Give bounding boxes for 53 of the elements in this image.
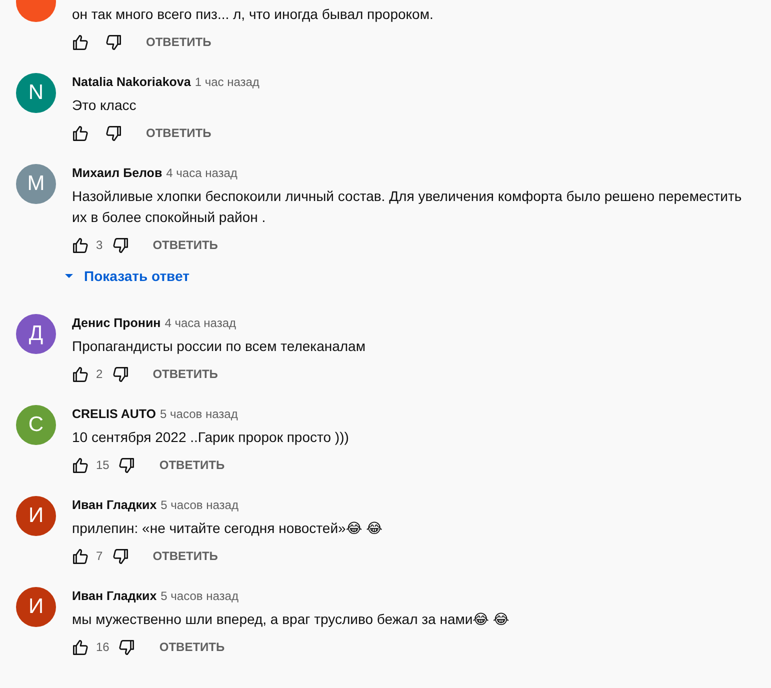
avatar: Д (16, 314, 56, 354)
comment-text: Это класс (72, 96, 138, 115)
like-count: 16 (96, 640, 110, 654)
thumbs-up-icon[interactable] (72, 236, 89, 254)
avatar: И (16, 496, 56, 536)
avatar: C (16, 405, 56, 445)
like-count: 2 (96, 367, 103, 381)
like-count: 7 (96, 549, 103, 563)
like-count: 3 (96, 238, 103, 252)
thumbs-up-icon[interactable] (72, 34, 89, 50)
timestamp[interactable]: 5 часов назад (160, 407, 238, 421)
author-name[interactable]: Денис Пронин (72, 316, 161, 330)
thumbs-up-icon[interactable] (72, 638, 89, 656)
timestamp[interactable]: 1 час назад (194, 75, 260, 89)
thumbs-down-icon[interactable] (112, 548, 129, 564)
comment-text: 10 сентября 2022 ..Гарик пророк просто ))) (72, 428, 350, 447)
like-count: 15 (96, 458, 110, 472)
thumbs-up-icon[interactable] (72, 456, 89, 474)
thumbs-down-icon[interactable] (112, 236, 129, 254)
thumbs-up-icon[interactable] (72, 124, 89, 142)
timestamp[interactable]: 4 часа назад (166, 166, 238, 180)
thumbs-down-icon[interactable] (105, 34, 122, 50)
reply-button[interactable]: ОТВЕТИТЬ (142, 359, 228, 389)
avatar: N (16, 73, 56, 113)
thumbs-down-icon[interactable] (105, 124, 122, 142)
timestamp[interactable]: 5 часов назад (160, 498, 238, 512)
caret-icon (64, 273, 74, 279)
thumbs-up-icon[interactable] (72, 548, 89, 564)
show-replies-button[interactable]: Показать ответ (64, 264, 190, 288)
timestamp[interactable]: 5 часов назад (160, 589, 238, 603)
comment-text: Пропагандисты россии по всем телеканалам (72, 337, 366, 356)
reply-button[interactable]: ОТВЕТИТЬ (142, 230, 228, 260)
author-name[interactable]: CRELIS AUTO (72, 407, 156, 421)
author-name[interactable]: Natalia Nakoriakova (72, 75, 191, 89)
author-name[interactable]: Иван Гладких (72, 498, 157, 512)
author-name[interactable]: Иван Гладких (72, 589, 157, 603)
avatar: М (16, 164, 56, 204)
author-name[interactable]: Михаил Белов (72, 166, 162, 180)
reply-button[interactable]: ОТВЕТИТЬ (136, 118, 222, 148)
reply-button[interactable]: ОТВЕТИТЬ (142, 541, 228, 571)
thumbs-up-icon[interactable] (72, 366, 89, 382)
comment-text: прилепин: «не читайте сегодня новостей»😂 😂 (72, 519, 384, 538)
avatar: И (16, 587, 56, 627)
timestamp[interactable]: 4 часа назад (164, 316, 236, 330)
reply-button[interactable]: ОТВЕТИТЬ (149, 450, 235, 480)
comment-text: он так много всего пиз... л, что иногда бывал пророком. (72, 5, 434, 24)
reply-button[interactable]: ОТВЕТИТЬ (136, 27, 222, 57)
reply-button[interactable]: ОТВЕТИТЬ (149, 632, 235, 662)
thumbs-down-icon[interactable] (112, 366, 129, 382)
thumbs-down-icon[interactable] (118, 456, 136, 474)
comment-text: Назойливые хлопки беспокоили личный состав. Для увеличения комфорта было решено переместить их в более спокойный район . (72, 187, 743, 227)
thumbs-down-icon[interactable] (118, 638, 136, 656)
comment-text: мы мужественно шли вперед, а враг трусливо бежал за нами😂 😂 (72, 610, 510, 629)
